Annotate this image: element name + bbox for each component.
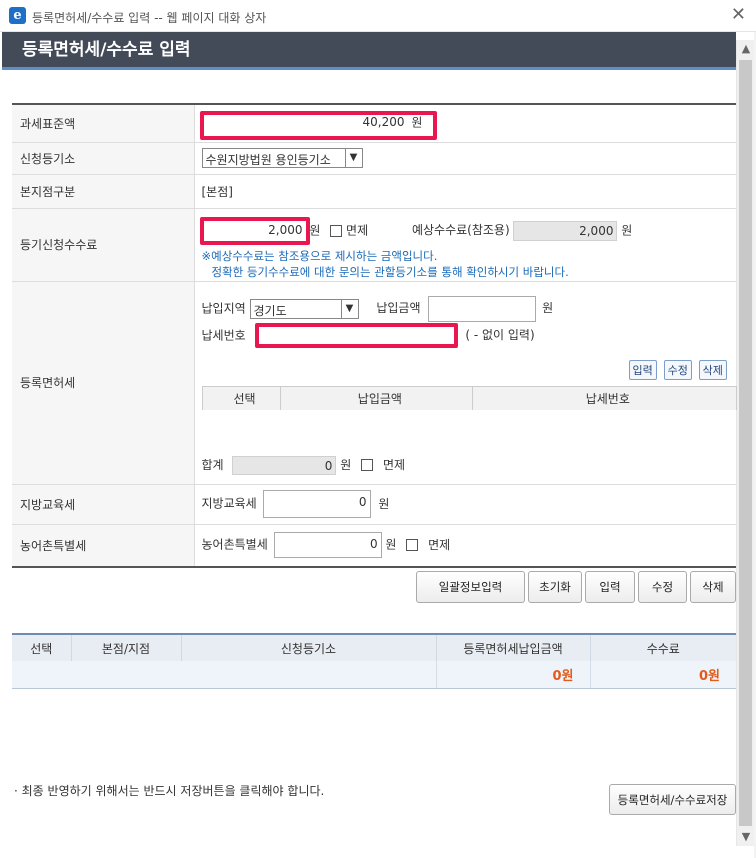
edu-tax-field-label: 지방교육세	[201, 496, 257, 511]
result-fee: 0원	[590, 661, 736, 689]
farm-tax-unit: 원	[385, 537, 397, 552]
save-button[interactable]: 등록면허세/수수료저장	[609, 784, 736, 815]
page-header: 등록면허세/수수료 입력	[2, 32, 736, 70]
taxno-label: 납세번호	[201, 328, 246, 342]
window-title: 등록면허세/수수료 입력 -- 웹 페이지 대화 상자	[32, 11, 267, 25]
fee-highlight	[199, 216, 310, 245]
taxno-hint: ( - 없이 입력)	[465, 328, 535, 342]
result-empty-cell	[12, 661, 437, 689]
result-tax-amount: 0원	[436, 661, 591, 689]
scroll-up-icon[interactable]: ▲	[737, 40, 755, 58]
license-tax-label: 등록면허세	[12, 281, 195, 485]
amount-unit: 원	[542, 301, 554, 315]
fee-note-2: 정확한 등기수수료에 대한 문의는 관할등기소를 통해 확인하시기 바랍니다.	[211, 264, 569, 279]
tax-base-highlight	[199, 111, 437, 140]
farm-tax-label: 농어촌특별세	[12, 524, 195, 567]
estimate-label: 예상수수료(참조용)	[411, 223, 510, 237]
column-header: 납세번호	[472, 385, 737, 410]
license-tax-list: 선택 납입금액 납세번호	[201, 385, 737, 410]
input-form: 과세표준액 40,200 원 신청등기소 수원지방법원 용인등기소 ▼ 본지점구…	[12, 103, 737, 568]
registry-label: 신청등기소	[12, 142, 195, 175]
edu-tax-input[interactable]: 0	[262, 490, 371, 518]
fee-unit: 원	[309, 223, 321, 237]
total-label: 합계	[201, 457, 224, 472]
chevron-down-icon: ▼	[344, 149, 362, 167]
region-label: 납입지역	[201, 301, 246, 315]
license-edit-button[interactable]: 수정	[663, 359, 692, 380]
fee-label: 등기신청수수료	[12, 208, 195, 282]
scroll-down-icon[interactable]: ▼	[737, 828, 755, 846]
column-header: 납입금액	[279, 385, 474, 410]
registry-select[interactable]: 수원지방법원 용인등기소 ▼	[201, 148, 363, 168]
chevron-down-icon: ▼	[340, 299, 358, 318]
column-header: 신청등기소	[181, 634, 437, 661]
branch-value: [본점]	[201, 184, 233, 199]
estimate-input: 2,000	[513, 220, 618, 241]
delete-button[interactable]: 삭제	[690, 571, 736, 603]
save-notice: · 최종 반영하기 위해서는 반드시 저장버튼을 클릭해야 합니다.	[14, 784, 325, 798]
edit-button[interactable]: 수정	[638, 571, 687, 603]
region-selected: 경기도	[253, 303, 287, 318]
farm-tax-field-label: 농어촌특별세	[201, 537, 268, 552]
column-header: 선택	[12, 634, 72, 661]
total-exempt-checkbox[interactable]	[361, 459, 374, 471]
farm-exempt-checkbox[interactable]	[406, 539, 419, 552]
column-header: 수수료	[590, 634, 736, 661]
column-header: 등록면허세납입금액	[436, 634, 591, 661]
branch-label: 본지점구분	[12, 174, 195, 209]
input-button[interactable]: 입력	[585, 571, 635, 603]
reset-button[interactable]: 초기화	[528, 571, 582, 603]
license-input-button[interactable]: 입력	[628, 359, 657, 380]
edu-tax-unit: 원	[378, 496, 390, 511]
taxno-highlight	[254, 322, 458, 348]
farm-exempt-label: 면제	[428, 537, 451, 552]
bulk-input-button[interactable]: 일괄정보입력	[416, 571, 525, 603]
farm-tax-input[interactable]: 0	[273, 532, 382, 559]
total-exempt-label: 면제	[382, 457, 406, 472]
estimate-unit: 원	[621, 223, 633, 237]
tax-base-label: 과세표준액	[12, 104, 195, 143]
fee-exempt-label: 면제	[346, 223, 369, 237]
result-table: 선택 본점/지점 신청등기소 등록면허세납입금액 수수료 0원 0원	[12, 633, 736, 689]
license-delete-button[interactable]: 삭제	[698, 359, 727, 380]
ie-icon: e	[9, 7, 26, 24]
window-titlebar: e 등록면허세/수수료 입력 -- 웹 페이지 대화 상자 ✕	[0, 0, 756, 32]
edu-tax-label: 지방교육세	[12, 484, 195, 525]
total-unit: 원	[340, 457, 352, 472]
column-header: 선택	[201, 385, 281, 410]
total-input: 0	[232, 455, 337, 475]
close-icon[interactable]: ✕	[731, 4, 746, 25]
vertical-scrollbar[interactable]: ▲ ▼	[736, 40, 754, 846]
region-select[interactable]: 경기도 ▼	[249, 298, 359, 319]
column-header: 본점/지점	[71, 634, 182, 661]
fee-exempt-checkbox[interactable]	[330, 224, 343, 237]
amount-label: 납입금액	[376, 301, 421, 315]
page-title: 등록면허세/수수료 입력	[22, 40, 191, 60]
registry-selected: 수원지방법원 용인등기소	[205, 153, 331, 167]
table-row: 0원 0원	[12, 661, 736, 689]
amount-input[interactable]	[428, 295, 537, 322]
scrollbar-thumb[interactable]	[739, 60, 752, 826]
fee-note-1: ※예상수수료는 참조용으로 제시하는 금액입니다.	[201, 248, 438, 263]
